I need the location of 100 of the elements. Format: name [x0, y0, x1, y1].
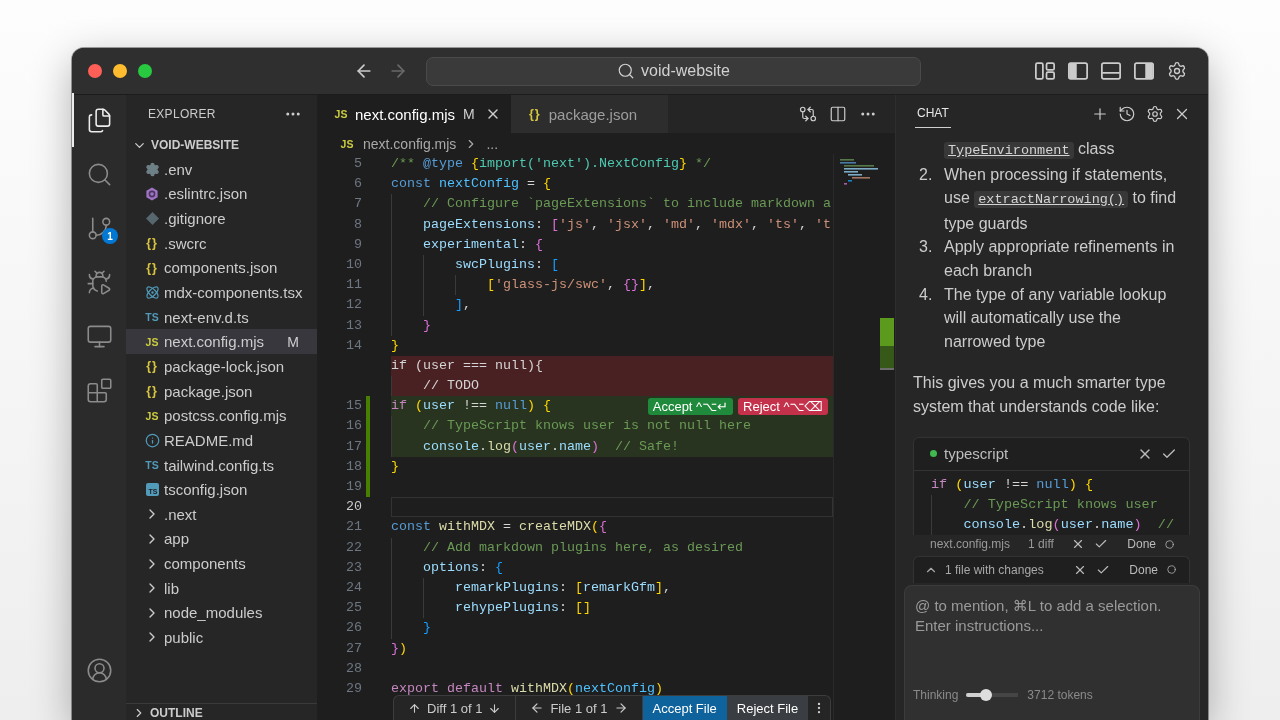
- code-line: // Configure `pageExtensions` to include markdown a: [423, 195, 831, 214]
- code-line: }: [391, 457, 399, 476]
- code-line: if (user !== null) {: [391, 397, 551, 416]
- line-number: 26: [346, 619, 362, 638]
- folder-item[interactable]: public: [126, 625, 317, 650]
- list-item-text: Apply appropriate refinements in each branch: [944, 237, 1176, 281]
- braces-icon: {}: [529, 108, 541, 120]
- sidebar-left-icon[interactable]: [1068, 61, 1088, 81]
- arrow-down-icon[interactable]: [488, 701, 502, 715]
- code-line: ['glass-js/swc', {}],: [487, 276, 655, 295]
- chat-input-box[interactable]: @ to mention, ⌘L to add a selection. Enter instructions... Thinking 3712 tokens: [904, 584, 1200, 720]
- breadcrumb-item[interactable]: next.config.mjs: [363, 135, 457, 152]
- braces-icon: {}: [146, 385, 158, 398]
- change-marker-icon: [880, 318, 894, 370]
- line-number: 9: [354, 235, 362, 254]
- info-icon: [144, 432, 160, 448]
- code-language: typescript: [944, 444, 1009, 463]
- atom-icon: [144, 285, 160, 300]
- line-number: 8: [354, 215, 362, 234]
- folder-item[interactable]: app: [126, 526, 317, 552]
- folder-item[interactable]: lib: [126, 575, 317, 601]
- activity-bar-item[interactable]: 1: [72, 201, 126, 255]
- file-item[interactable]: JS next.config.mjs M: [126, 329, 317, 355]
- arrow-up-icon[interactable]: [408, 701, 421, 715]
- code-line: remarkPlugins: [remarkGfm],: [455, 578, 671, 597]
- ts-file-icon: TS: [145, 311, 159, 324]
- changes-label: 1 file with changes: [945, 562, 1044, 577]
- code-line: }: [423, 619, 431, 638]
- settings-icon[interactable]: [1145, 105, 1164, 123]
- command-center[interactable]: void-website: [426, 56, 921, 86]
- arrow-left-icon[interactable]: [530, 701, 545, 715]
- file-item[interactable]: TS tailwind.config.ts: [126, 452, 317, 478]
- line-number: 22: [346, 538, 362, 557]
- code-link[interactable]: extractNarrowing(): [974, 191, 1129, 209]
- reject-file-button[interactable]: Reject File: [726, 696, 809, 720]
- history-icon[interactable]: [1118, 105, 1136, 123]
- file-item[interactable]: .env: [126, 157, 317, 182]
- slider-thumb[interactable]: [980, 689, 993, 701]
- folder-item[interactable]: node_modules: [126, 600, 317, 626]
- accept-file-button[interactable]: Accept File: [642, 696, 727, 720]
- file-item[interactable]: {} package-lock.json: [126, 354, 317, 379]
- settings-icon[interactable]: [1167, 61, 1187, 81]
- compare-icon[interactable]: [799, 105, 817, 123]
- outline-header[interactable]: OUTLINE: [126, 703, 317, 720]
- split-editor-icon[interactable]: [829, 105, 847, 123]
- message-text: This gives you a much smarter type system that understands code like:: [913, 373, 1167, 417]
- modified-status: M: [463, 106, 475, 122]
- file-item[interactable]: {} package.json: [126, 378, 317, 404]
- code-line: experimental: {: [423, 235, 543, 254]
- file-item[interactable]: {} .swcrc: [126, 230, 317, 256]
- code-link[interactable]: TypeEnvironment: [944, 142, 1074, 159]
- code-line: }: [391, 336, 399, 355]
- breadcrumb-item[interactable]: ...: [486, 135, 499, 152]
- chat-tab[interactable]: CHAT: [915, 95, 951, 128]
- traffic-light-button[interactable]: [138, 64, 152, 78]
- code-line: if (user !== null) {: [931, 475, 1094, 494]
- gear-icon: [144, 161, 160, 177]
- editor-tab[interactable]: JS next.config.mjs M: [317, 95, 511, 133]
- accept-change-button[interactable]: Accept ^⌥↵: [647, 397, 734, 415]
- ts-file-icon: TS: [145, 459, 159, 471]
- file-item[interactable]: JS postcss.config.mjs: [126, 403, 317, 429]
- chat-input[interactable]: @ to mention, ⌘L to add a selection. Enter instructions...: [915, 595, 1189, 687]
- blocks-icon: [85, 376, 113, 404]
- file-name: next.config.mjs: [930, 537, 1011, 552]
- line-number: 16: [346, 417, 362, 436]
- line-number: 13: [346, 316, 362, 335]
- code-line: // TypeScript knows user is not null here: [423, 417, 751, 436]
- file-item[interactable]: TS next-env.d.ts: [126, 304, 317, 330]
- line-number: 7: [354, 195, 362, 214]
- file-item[interactable]: mdx-components.tsx: [126, 280, 317, 305]
- file-item[interactable]: .gitignore: [126, 206, 317, 231]
- sidebar-right-icon[interactable]: [1134, 61, 1154, 81]
- arrow-right-icon[interactable]: [613, 701, 628, 715]
- editor-tab[interactable]: {} package.json: [510, 95, 669, 133]
- panel-bottom-icon[interactable]: [1101, 61, 1121, 81]
- line-number: 12: [346, 296, 362, 315]
- notification-count: 1: [102, 228, 118, 244]
- layout-grid-icon[interactable]: [1035, 61, 1055, 81]
- folder-item[interactable]: components: [126, 551, 317, 576]
- file-item[interactable]: README.md: [126, 428, 317, 453]
- line-number: 20: [346, 498, 362, 517]
- traffic-light-button[interactable]: [88, 64, 102, 78]
- code-line: console.log(user.name) // Safe!: [423, 437, 679, 456]
- folder-header[interactable]: VOID-WEBSITE: [126, 133, 317, 157]
- code-line: }: [423, 316, 431, 335]
- line-number: 23: [346, 558, 362, 577]
- traffic-light-button[interactable]: [113, 64, 127, 78]
- code-line: pageExtensions: ['js', 'jsx', 'md', 'mdx', 'ts', 't: [423, 215, 831, 234]
- circle-icon: [1165, 539, 1174, 549]
- hexagon-icon: [145, 186, 159, 201]
- file-item[interactable]: .eslintrc.json: [126, 181, 317, 207]
- status-dot-icon: [930, 450, 937, 458]
- js-file-icon: JS: [334, 108, 348, 120]
- code-line: // Add markdown plugins here, as desired: [423, 538, 743, 557]
- reject-change-button[interactable]: Reject ^⌥⌫: [738, 397, 828, 415]
- braces-icon: {}: [146, 237, 158, 250]
- diamond-icon: [145, 212, 159, 226]
- file-item[interactable]: {} components.json: [126, 255, 317, 281]
- code-line: if (user === null){: [391, 356, 543, 375]
- folder-item[interactable]: .next: [126, 501, 317, 527]
